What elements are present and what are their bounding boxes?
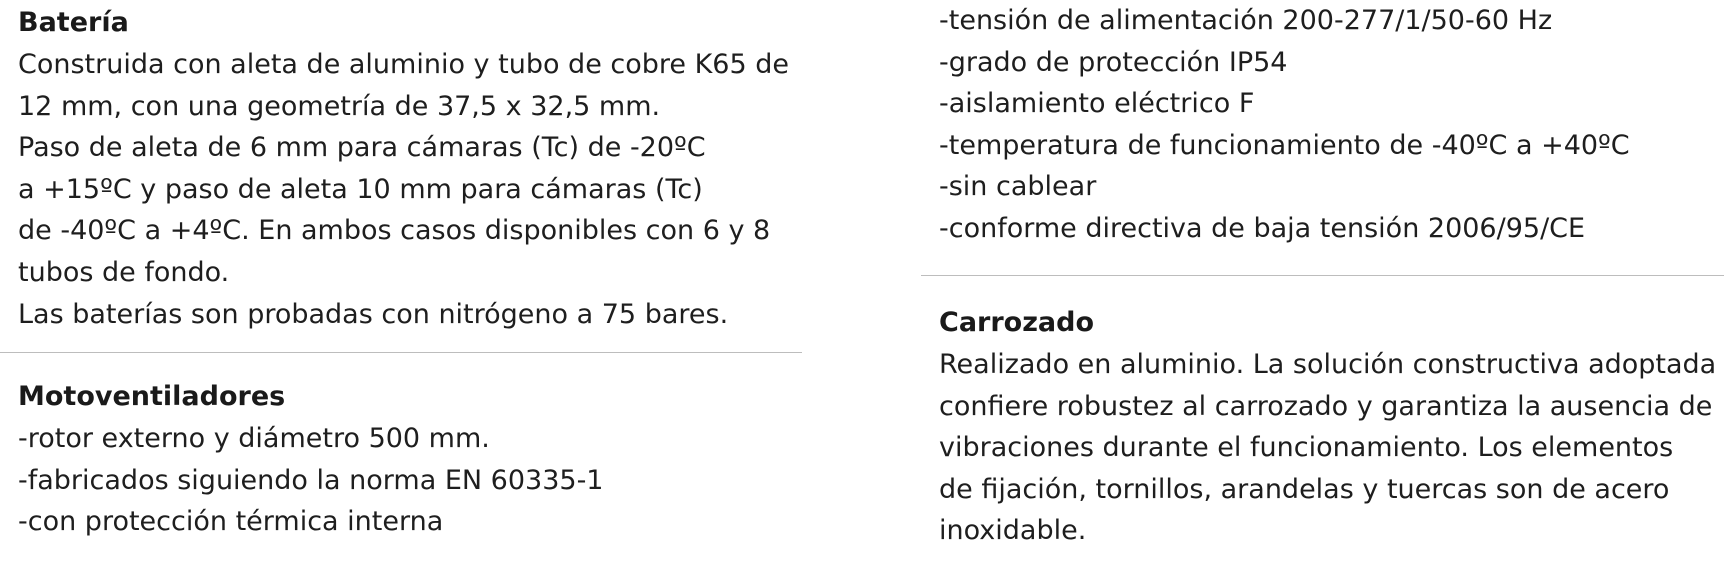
section-title: Carrozado [939, 307, 1095, 338]
paragraph-line: vibraciones durante el funcionamiento. L… [939, 432, 1674, 464]
paragraph-line: confiere robustez al carrozado y garanti… [939, 390, 1713, 422]
paragraph-line: inoxidable. [939, 515, 1087, 547]
section-divider [0, 352, 802, 353]
paragraph-line: a +15ºC y paso de aleta 10 mm para cámar… [18, 173, 703, 205]
list-item: -grado de protección IP54 [939, 46, 1288, 78]
section-title: Motoventiladores [18, 381, 286, 412]
list-item: -con protección térmica interna [18, 506, 444, 538]
paragraph-line: tubos de fondo. [18, 256, 230, 288]
list-item: -conforme directiva de baja tensión 2006… [939, 212, 1586, 244]
section-motoventiladores: Motoventiladores -rotor externo y diámet… [0, 376, 603, 543]
paragraph-line: Realizado en aluminio. La solución const… [939, 349, 1717, 380]
section-bateria: Batería Construida con aleta de aluminio… [0, 2, 789, 335]
paragraph-line: de -40ºC a +4ºC. En ambos casos disponib… [18, 215, 771, 247]
section-carrozado: Carrozado Realizado en aluminio. La solu… [921, 302, 1716, 552]
paragraph-line: de fijación, tornillos, arandelas y tuer… [939, 473, 1670, 505]
paragraph-line: Las baterías son probadas con nitrógeno … [18, 298, 729, 330]
section-divider [921, 275, 1724, 276]
list-item: -rotor externo y diámetro 500 mm. [18, 423, 490, 454]
paragraph-line: Construida con aleta de aluminio y tubo … [18, 49, 789, 80]
list-item: -fabricados siguiendo la norma EN 60335-… [18, 464, 604, 496]
section-motoventiladores-continued: -tensión de alimentación 200-277/1/50-60… [921, 0, 1630, 250]
paragraph-line: Paso de aleta de 6 mm para cámaras (Tc) … [18, 132, 706, 164]
section-title: Batería [18, 7, 129, 38]
list-item: -temperatura de funcionamiento de -40ºC … [939, 129, 1630, 161]
paragraph-line: 12 mm, con una geometría de 37,5 x 32,5 … [18, 90, 661, 122]
list-item: -aislamiento eléctrico F [939, 88, 1255, 120]
list-item: -tensión de alimentación 200-277/1/50-60… [939, 5, 1553, 36]
list-item: -sin cablear [939, 171, 1097, 203]
